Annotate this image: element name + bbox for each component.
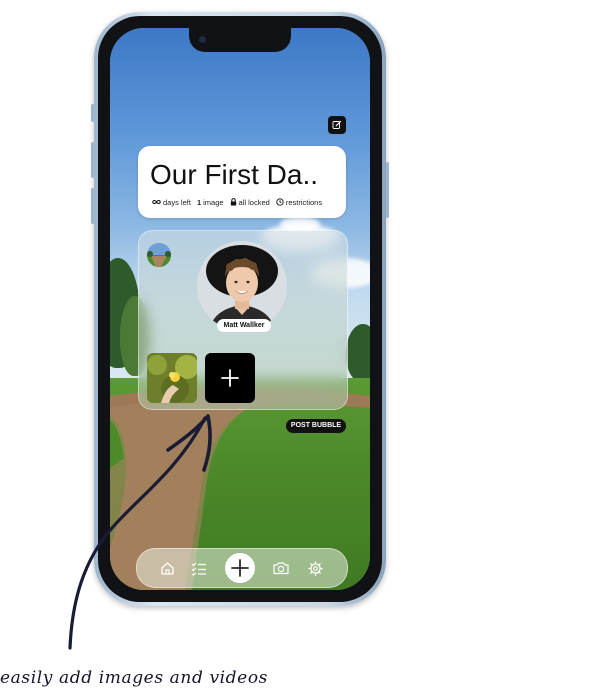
volume-down-button	[91, 188, 94, 224]
image-label: image	[203, 197, 224, 207]
user-avatar[interactable]	[197, 241, 287, 331]
user-name-label: Matt Wallker	[217, 319, 271, 332]
stage: Our First Da.. days left 1 image all loc…	[0, 0, 600, 692]
notch	[189, 28, 291, 52]
checklist-icon	[191, 562, 206, 576]
days-left-meta: days left	[152, 198, 191, 207]
tab-checklist[interactable]	[189, 558, 209, 578]
park-thumbnail-image	[147, 243, 171, 267]
restrictions-label: restrictions	[285, 197, 323, 207]
avatar-portrait-image	[197, 241, 287, 331]
lock-icon	[230, 198, 236, 206]
tab-camera[interactable]	[271, 558, 291, 578]
settings-icon	[307, 560, 323, 576]
clock-icon	[276, 198, 284, 206]
bubble-cover-thumbnail[interactable]	[147, 243, 171, 267]
days-left-label: days left	[163, 197, 191, 207]
power-button	[386, 162, 389, 218]
add-media-button[interactable]	[205, 353, 255, 403]
lock-label: all locked	[238, 197, 270, 207]
bottom-tab-bar	[136, 548, 348, 588]
bubble-meta-row: days left 1 image all locked restriction…	[152, 196, 328, 208]
phone-screen: Our First Da.. days left 1 image all loc…	[110, 28, 370, 590]
annotation-caption: easily add images and videos	[0, 668, 268, 688]
tab-create[interactable]	[225, 553, 255, 583]
tab-settings[interactable]	[305, 558, 325, 578]
post-bubble-button[interactable]: POST BUBBLE	[286, 419, 346, 433]
tab-home[interactable]	[157, 558, 177, 578]
image-count: 1	[196, 197, 202, 207]
home-icon	[160, 561, 174, 575]
flower-photo-image	[147, 353, 197, 403]
plus-icon	[231, 559, 249, 577]
front-camera	[199, 36, 206, 43]
edit-button[interactable]	[328, 116, 346, 134]
plus-icon	[221, 369, 239, 387]
bubble-title-card[interactable]: Our First Da.. days left 1 image all loc…	[138, 146, 346, 218]
mute-switch	[91, 104, 94, 122]
restrictions-meta: restrictions	[276, 198, 322, 207]
lock-meta: all locked	[230, 198, 270, 207]
bubble-content-panel: Matt Wallker	[138, 230, 348, 410]
volume-up-button	[91, 142, 94, 178]
image-count-meta: 1 image	[197, 198, 224, 207]
edit-icon	[332, 120, 342, 129]
uploaded-photo-thumbnail[interactable]	[147, 353, 197, 403]
bubble-title: Our First Da..	[150, 159, 319, 190]
phone-frame: Our First Da.. days left 1 image all loc…	[91, 12, 389, 606]
phone-bezel: Our First Da.. days left 1 image all loc…	[98, 16, 382, 602]
infinity-icon	[152, 200, 161, 204]
camera-icon	[273, 562, 289, 575]
